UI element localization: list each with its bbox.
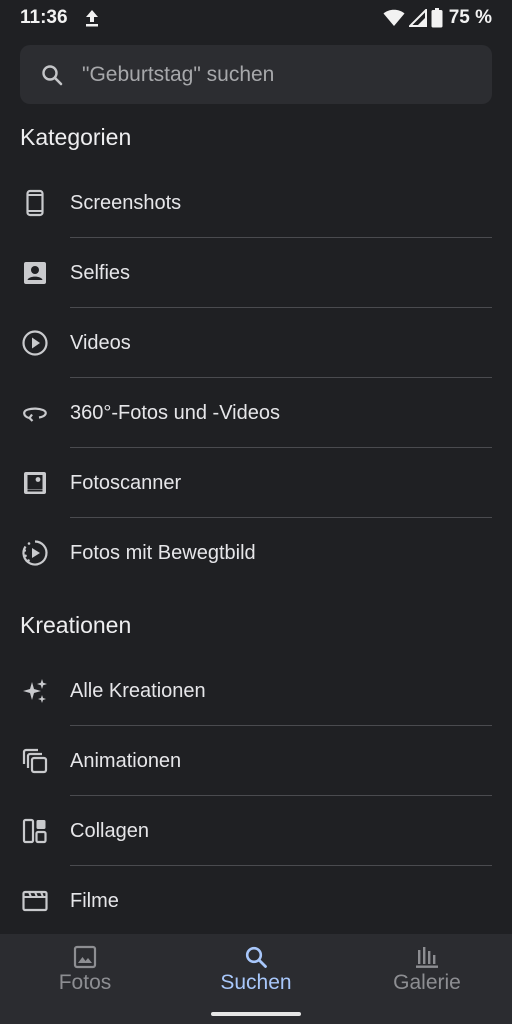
motion-photo-icon [22, 540, 48, 566]
battery-percent: 75 % [448, 7, 492, 28]
upload-icon [86, 10, 98, 27]
search-bar[interactable] [20, 45, 492, 104]
categories-heading: Kategorien [20, 124, 132, 150]
category-selfies[interactable]: Selfies [0, 238, 512, 308]
category-label: Selfies [70, 261, 131, 284]
photo-icon [73, 945, 97, 969]
creation-label: Animationen [70, 749, 182, 772]
wifi-icon [383, 9, 405, 26]
category-360[interactable]: 360°-Fotos und -Videos [0, 378, 512, 448]
status-icons: 75 % [383, 6, 492, 30]
movie-icon [22, 890, 48, 912]
creation-label: Collagen [70, 819, 149, 842]
collage-icon [22, 818, 47, 844]
search-input[interactable] [80, 61, 464, 88]
home-indicator[interactable] [211, 1012, 301, 1016]
nav-label: Suchen [220, 971, 292, 994]
categories-list: Screenshots Selfies Videos 360°-Fotos un… [0, 168, 512, 588]
nav-label: Fotos [58, 971, 112, 994]
animation-icon [22, 748, 48, 774]
status-bar: 11:36 75 % [0, 0, 512, 38]
bottom-navigation: Fotos Suchen Galerie [0, 934, 512, 1024]
play-circle-icon [22, 330, 48, 356]
creations-list: Alle Kreationen Animationen Collagen Fil… [0, 656, 512, 936]
photo-scanner-icon [24, 472, 46, 494]
category-label: Fotos mit Bewegtbild [70, 541, 256, 564]
creation-animations[interactable]: Animationen [0, 726, 512, 796]
category-label: Fotoscanner [70, 471, 182, 494]
category-label: 360°-Fotos und -Videos [70, 401, 280, 424]
creation-movies[interactable]: Filme [0, 866, 512, 936]
signal-icon [408, 9, 427, 27]
search-icon [245, 946, 267, 968]
category-screenshots[interactable]: Screenshots [0, 168, 512, 238]
nav-suchen[interactable]: Suchen [171, 934, 341, 1014]
creation-collages[interactable]: Collagen [0, 796, 512, 866]
sparkle-icon [23, 679, 47, 703]
portrait-icon [24, 262, 46, 284]
creations-heading: Kreationen [20, 612, 132, 638]
nav-galerie[interactable]: Galerie [342, 934, 512, 1014]
rotate-360-icon [23, 407, 47, 422]
category-label: Screenshots [70, 191, 182, 214]
status-time: 11:36 [20, 7, 68, 28]
category-label: Videos [70, 331, 131, 354]
nav-label: Galerie [393, 971, 461, 994]
library-icon [416, 947, 438, 968]
creation-label: Filme [70, 889, 119, 912]
category-motion-photos[interactable]: Fotos mit Bewegtbild [0, 518, 512, 588]
nav-fotos[interactable]: Fotos [0, 934, 170, 1014]
phone-icon [26, 189, 44, 217]
search-icon[interactable] [40, 63, 64, 87]
creation-all[interactable]: Alle Kreationen [0, 656, 512, 726]
category-photoscanner[interactable]: Fotoscanner [0, 448, 512, 518]
battery-icon [431, 8, 443, 28]
creation-label: Alle Kreationen [70, 679, 206, 702]
category-videos[interactable]: Videos [0, 308, 512, 378]
